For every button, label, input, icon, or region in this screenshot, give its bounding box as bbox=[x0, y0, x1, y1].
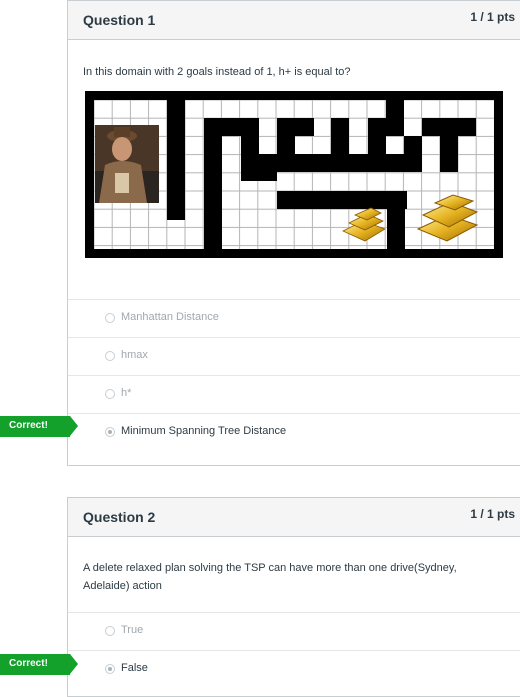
radio-button[interactable] bbox=[105, 626, 115, 636]
question-text: A delete relaxed plan solving the TSP ca… bbox=[83, 562, 457, 592]
correct-label: Correct! bbox=[9, 420, 48, 431]
answer-label: h* bbox=[121, 387, 132, 399]
question-title: Question 2 bbox=[83, 509, 156, 525]
answer-option[interactable]: hmax bbox=[68, 337, 520, 376]
answer-label: Minimum Spanning Tree Distance bbox=[121, 425, 287, 437]
answer-label: False bbox=[121, 662, 148, 674]
answer-option[interactable]: h* bbox=[68, 375, 520, 414]
correct-flag: Correct! bbox=[0, 654, 78, 675]
question-header: Question 2 1 / 1 pts bbox=[68, 498, 520, 537]
maze-icon bbox=[85, 91, 503, 258]
radio-button[interactable] bbox=[105, 664, 115, 674]
correct-label: Correct! bbox=[9, 658, 48, 669]
radio-button[interactable] bbox=[105, 313, 115, 323]
question-text: In this domain with 2 goals instead of 1… bbox=[83, 66, 351, 78]
answer-label: Manhattan Distance bbox=[121, 311, 219, 323]
answer-option[interactable]: True bbox=[68, 612, 520, 651]
answer-option-selected[interactable]: Minimum Spanning Tree Distance bbox=[68, 413, 520, 452]
radio-button[interactable] bbox=[105, 427, 115, 437]
question-2: Question 2 1 / 1 pts A delete relaxed pl… bbox=[67, 497, 520, 697]
radio-button[interactable] bbox=[105, 351, 115, 361]
question-1: Question 1 1 / 1 pts In this domain with… bbox=[67, 0, 520, 466]
question-points: 1 / 1 pts bbox=[470, 507, 515, 521]
radio-button[interactable] bbox=[105, 389, 115, 399]
explorer-icon bbox=[95, 125, 159, 203]
answer-option-selected[interactable]: False bbox=[68, 650, 520, 689]
correct-flag: Correct! bbox=[0, 416, 78, 437]
maze-image bbox=[85, 91, 503, 258]
answer-label: True bbox=[121, 624, 144, 636]
answer-label: hmax bbox=[121, 349, 148, 361]
question-header: Question 1 1 / 1 pts bbox=[68, 1, 520, 40]
question-title: Question 1 bbox=[83, 12, 156, 28]
answer-option[interactable]: Manhattan Distance bbox=[68, 299, 520, 338]
question-points: 1 / 1 pts bbox=[470, 10, 515, 24]
